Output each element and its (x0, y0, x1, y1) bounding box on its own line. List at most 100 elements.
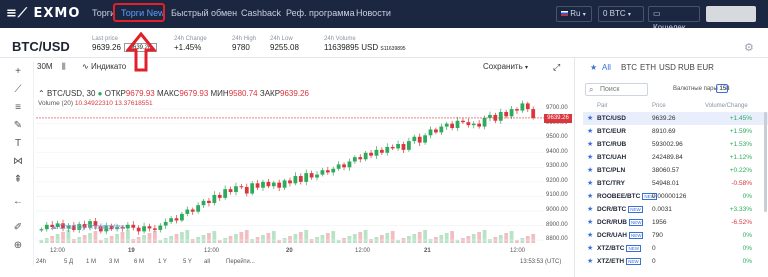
favorite-star-icon[interactable]: ★ (587, 205, 593, 213)
volume-bar (153, 231, 157, 243)
range-option[interactable]: 6 M (134, 259, 144, 265)
nav-item-quick-exchange[interactable]: Быстрый обмен (171, 8, 237, 18)
market-tab-all[interactable]: All (602, 63, 611, 72)
volume-bar (450, 231, 455, 243)
favorites-star-icon[interactable]: ★ (590, 63, 597, 72)
market-row[interactable]: ★ BTC/TRY 54948.01 -0.58% (583, 177, 768, 190)
trendline-icon[interactable]: ⟋ (12, 84, 24, 96)
price-chart[interactable] (36, 96, 544, 243)
range-option[interactable]: Перейти... (226, 259, 255, 265)
volume-bar (228, 236, 233, 243)
balance-select[interactable]: 0 BTC ▾ (598, 6, 644, 22)
candle (504, 112, 509, 117)
market-row[interactable]: ★ BTC/RUB 593002.96 +1.53% (583, 138, 768, 151)
market-tab-eth[interactable]: ETH (640, 63, 656, 72)
market-tab-rub[interactable]: RUB (678, 63, 695, 72)
volume-bar (39, 240, 44, 243)
nav-item-cashback[interactable]: Cashback (241, 8, 281, 18)
favorite-star-icon[interactable]: ★ (587, 153, 593, 161)
favorite-star-icon[interactable]: ★ (587, 192, 593, 200)
nav-item-trade[interactable]: Торги (92, 8, 115, 18)
favorite-star-icon[interactable]: ★ (587, 244, 593, 252)
save-layout-button[interactable]: Сохранить ▾ (483, 62, 528, 71)
market-tab-btc[interactable]: BTC (621, 63, 637, 72)
crosshair-icon[interactable]: + (12, 66, 24, 78)
market-tab-eur[interactable]: EUR (697, 63, 714, 72)
fib-icon[interactable]: ⇞ (12, 174, 24, 186)
candle (125, 224, 130, 229)
market-row[interactable]: ★ DCR/BTC NEW 0.0031 +3.33% (583, 203, 768, 216)
market-row[interactable]: ★ BTC/PLN 38060.57 +0.22% (583, 164, 768, 177)
chevron-down-icon: ▾ (582, 12, 586, 18)
candle (434, 129, 438, 133)
pattern-icon[interactable]: ⋈ (12, 156, 24, 168)
favorite-star-icon[interactable]: ★ (587, 231, 593, 239)
zoom-icon[interactable]: ⊕ (12, 240, 24, 252)
favorite-star-icon[interactable]: ★ (587, 179, 593, 187)
col-price[interactable]: Price (652, 103, 666, 109)
col-pair[interactable]: Pair (597, 103, 608, 109)
range-option[interactable]: 5 Y (183, 259, 192, 265)
market-row[interactable]: ★ DCR/RUB NEW 1956 -6.52% (583, 216, 768, 229)
time-tick: 12:00 (355, 248, 371, 254)
favorite-star-icon[interactable]: ★ (587, 140, 593, 148)
market-row[interactable]: ★ BTC/USD 9639.26 +1.45% (583, 112, 768, 125)
range-option[interactable]: 1 Y (158, 259, 167, 265)
settings-gear-icon[interactable]: ⚙ (744, 41, 754, 54)
favorite-star-icon[interactable]: ★ (587, 257, 593, 265)
candle-type-icon[interactable]: ⫼ (62, 62, 66, 72)
language-select[interactable]: Ru ▾ (556, 6, 592, 22)
favorite-star-icon[interactable]: ★ (587, 166, 593, 174)
market-row[interactable]: ★ DCR/UAH NEW 790 0% (583, 229, 768, 242)
parallel-lines-icon[interactable]: ≡ (12, 102, 24, 114)
market-row[interactable]: ★ BTC/UAH 242489.84 +1.12% (583, 151, 768, 164)
volume-bar (466, 236, 471, 243)
col-change[interactable]: Volume/Change (705, 103, 748, 109)
back-arrow-icon[interactable]: ← (12, 196, 24, 208)
nav-item-news[interactable]: Новости (356, 8, 391, 18)
range-option[interactable]: 3 M (109, 259, 119, 265)
market-row[interactable]: ★ ROOBEE/BTC NEW 0.00000126 0% (583, 190, 768, 203)
chevron-down-icon: ▾ (525, 65, 529, 71)
favorite-star-icon[interactable]: ★ (587, 127, 593, 135)
range-option[interactable]: 1 M (86, 259, 96, 265)
range-option[interactable]: 24h (36, 259, 46, 265)
volume-bar (239, 232, 244, 243)
interval-button[interactable]: 30M (37, 62, 53, 71)
highlight-box (113, 3, 165, 22)
candle (304, 173, 309, 182)
favorite-star-icon[interactable]: ★ (587, 114, 593, 122)
logo-mark-icon: ≡⟋ (6, 6, 28, 21)
market-tab-usd[interactable]: USD (659, 63, 676, 72)
range-option[interactable]: all (204, 259, 210, 265)
time-tick: 12:00 (510, 248, 526, 254)
brush-icon[interactable]: ✎ (12, 120, 24, 132)
market-search-input[interactable]: ⌕ Поиск (585, 83, 648, 96)
market-scrollbar[interactable] (764, 112, 767, 212)
volume-bar (131, 239, 136, 243)
market-row[interactable]: ★ XTZ/ETH NEW 0 0% (583, 255, 768, 268)
nav-item-referral[interactable]: Реф. программа (286, 8, 355, 18)
exmo-logo[interactable]: ≡⟋ EXMO (6, 6, 80, 21)
chevron-down-icon: ▾ (627, 12, 631, 18)
volume-bar (120, 232, 125, 243)
top-navigation-bar: ≡⟋ EXMO Торги Торги New Быстрый обмен Ca… (0, 0, 768, 32)
wallet-button[interactable]: ▭ Кошелек (648, 6, 700, 32)
row-price: 54948.01 (652, 180, 680, 187)
volume-bar (525, 236, 530, 243)
market-row[interactable]: ★ BTC/EUR 8910.69 +1.59% (583, 125, 768, 138)
user-menu[interactable] (706, 6, 756, 22)
candle (239, 186, 244, 188)
row-price: 0.00000126 (652, 193, 687, 200)
range-option[interactable]: 5 Д (64, 259, 73, 265)
candle (255, 183, 260, 188)
fullscreen-icon[interactable]: ⤢ (553, 62, 560, 73)
text-tool-icon[interactable]: T (12, 138, 24, 150)
ruler-icon[interactable]: ✐ (12, 222, 24, 234)
favorite-star-icon[interactable]: ★ (587, 218, 593, 226)
indicators-button[interactable]: ∿ Индикато (82, 62, 126, 71)
pairs-toggle-icon[interactable] (716, 84, 728, 93)
market-row[interactable]: ★ XTZ/BTC NEW 0 0% (583, 242, 768, 255)
candle (525, 103, 530, 110)
volume-bar (379, 235, 384, 243)
